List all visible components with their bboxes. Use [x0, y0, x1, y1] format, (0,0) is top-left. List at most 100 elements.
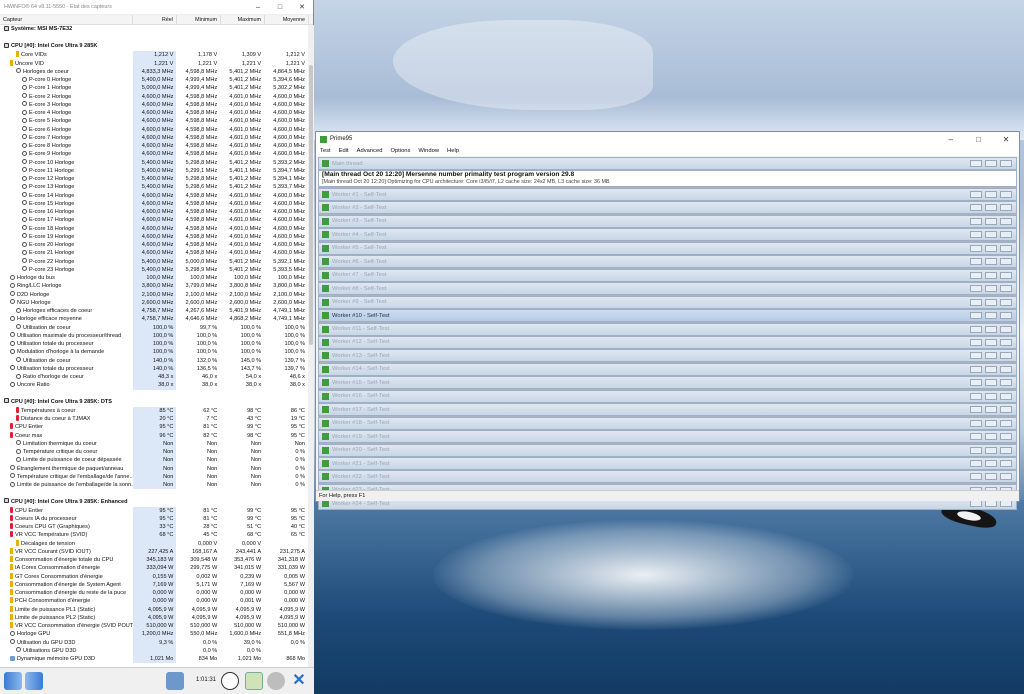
sensor-row[interactable]: D2D Horloge 2,100,0 MHz 2,100,0 MHz 2,100,0…	[0, 290, 308, 299]
clock-icon[interactable]	[221, 672, 239, 690]
minimize-icon[interactable]	[970, 352, 982, 360]
maximize-icon[interactable]	[985, 191, 997, 198]
sensor-row[interactable]: Limite de puissance de l'emballage/de la…	[0, 481, 308, 490]
sensor-row[interactable]: P-core 1 Horloge 5,000,0 MHz 4,999,4 MHz 5,…	[0, 84, 308, 93]
sensor-row[interactable]: IA Cores Consommation d'énergie 333,094 W…	[0, 564, 308, 573]
worker-window[interactable]: Worker #20 - Self-Test	[318, 443, 1017, 457]
maximize-icon[interactable]	[985, 379, 997, 387]
minimize-icon[interactable]: –	[247, 0, 269, 15]
arrow-right-icon[interactable]	[25, 672, 43, 690]
minimize-icon[interactable]	[970, 500, 982, 508]
col-header-min[interactable]: Minimum	[177, 15, 221, 24]
maximize-icon[interactable]	[985, 285, 997, 293]
close-icon[interactable]	[1000, 460, 1012, 467]
sensor-row[interactable]: E-core 2 Horloge 4,600,0 MHz 4,598,8 MHz 4,…	[0, 92, 308, 101]
minimize-icon[interactable]	[970, 298, 982, 306]
sensor-row[interactable]: E-core 15 Horloge 4,600,0 MHz 4,598,8 MHz 4…	[0, 199, 308, 208]
minimize-icon[interactable]	[970, 160, 982, 167]
worker-window[interactable]: Worker #6 - Self-Test	[318, 255, 1017, 269]
close-icon[interactable]	[1000, 258, 1012, 266]
sensor-row[interactable]: Horloge GPU 1,200,0 MHz 550,0 MHz 1,600,0 M…	[0, 630, 308, 639]
minimize-icon[interactable]	[970, 285, 982, 293]
sensor-group-header[interactable]: CPU [#0]: Intel Core Ultra 9 285K: Enhan…	[0, 498, 308, 507]
minimize-icon[interactable]	[970, 460, 982, 467]
minimize-icon[interactable]	[970, 191, 982, 198]
menu-edit[interactable]: Edit	[339, 146, 349, 156]
sensor-row[interactable]: E-core 20 Horloge 4,600,0 MHz 4,598,8 MHz 4…	[0, 241, 308, 250]
sensor-row[interactable]: P-core 10 Horloge 5,400,0 MHz 5,298,8 MHz 5…	[0, 158, 308, 167]
sensor-row[interactable]: P-core 12 Horloge 5,400,0 MHz 5,298,8 MHz 5…	[0, 175, 308, 184]
sensor-row[interactable]: Limitation thermique du coeur Non Non Non No…	[0, 439, 308, 448]
sensor-row[interactable]: E-core 16 Horloge 4,600,0 MHz 4,598,8 MHz 4…	[0, 208, 308, 217]
sensor-row[interactable]: E-core 4 Horloge 4,600,0 MHz 4,598,8 MHz 4,…	[0, 109, 308, 118]
sensor-row[interactable]: Horloge efficace moyenne 4,758,7 MHz 4,646…	[0, 315, 308, 324]
minimize-icon[interactable]	[970, 406, 982, 414]
sensor-row[interactable]: E-core 8 Horloge 4,600,0 MHz 4,598,8 MHz 4,…	[0, 142, 308, 151]
maximize-icon[interactable]: □	[965, 135, 991, 144]
worker-window[interactable]: Worker #17 - Self-Test	[318, 403, 1017, 417]
sensor-row[interactable]: CPU Entier 95 °C 81 °C 99 °C 95 °C	[0, 423, 308, 432]
close-icon[interactable]	[1000, 352, 1012, 360]
maximize-icon[interactable]	[985, 500, 997, 508]
worker-window[interactable]: Worker #4 - Self-Test	[318, 228, 1017, 242]
close-icon[interactable]	[1000, 473, 1012, 481]
sensor-row[interactable]: GT Cores Consommation d'énergie 0,155 W 0,…	[0, 572, 308, 581]
close-icon[interactable]	[1000, 419, 1012, 427]
close-icon[interactable]	[1000, 365, 1012, 373]
maximize-icon[interactable]	[985, 231, 997, 239]
close-icon[interactable]	[1000, 285, 1012, 293]
sensor-row[interactable]: E-core 7 Horloge 4,600,0 MHz 4,598,8 MHz 4,…	[0, 133, 308, 142]
close-icon[interactable]	[1000, 446, 1012, 454]
worker-window[interactable]: Worker #9 - Self-Test	[318, 295, 1017, 309]
worker-window[interactable]: Worker #7 - Self-Test	[318, 268, 1017, 282]
worker-window[interactable]: Worker #19 - Self-Test	[318, 430, 1017, 444]
sensor-row[interactable]: Coeurs CPU GT (Graphiques) 33 °C 28 °C 51 °…	[0, 523, 308, 532]
minimize-icon[interactable]	[970, 392, 982, 400]
maximize-icon[interactable]	[985, 473, 997, 481]
col-header-current[interactable]: Réel	[133, 15, 177, 24]
sensor-row[interactable]: E-core 5 Horloge 4,600,0 MHz 4,598,8 MHz 4,…	[0, 117, 308, 126]
hwinfo-titlebar[interactable]: HWiNFO® 64 v8.11-5550 - État des capteur…	[0, 0, 313, 15]
sensor-group-header[interactable]: CPU [#0]: Intel Core Ultra 9 285K	[0, 42, 308, 51]
close-icon[interactable]	[1000, 406, 1012, 414]
maximize-icon[interactable]	[985, 325, 997, 333]
sensor-row[interactable]: Modulation d'horloge à la demande 100,0 %…	[0, 348, 308, 357]
close-icon[interactable]: ✕	[993, 135, 1019, 144]
minimize-icon[interactable]	[970, 217, 982, 225]
sensor-row[interactable]: Limite de puissance de coeur dépassée Non…	[0, 456, 308, 465]
worker-window[interactable]: Worker #18 - Self-Test	[318, 416, 1017, 430]
close-icon[interactable]	[1000, 325, 1012, 333]
sensor-row[interactable]: Consommation d'énergie du reste de la pu…	[0, 589, 308, 598]
sensor-row[interactable]: Ratio d'horloge de coeur 48,3 x 46,0 x 54,0…	[0, 373, 308, 382]
sensor-row[interactable]: Utilisation de coeur 140,0 % 132,0 % 145,0 …	[0, 356, 308, 365]
sensor-row[interactable]: Horloges efficaces de coeur 4,758,7 MHz 4,…	[0, 307, 308, 316]
menu-advanced[interactable]: Advanced	[357, 146, 383, 156]
menu-help[interactable]: Help	[447, 146, 459, 156]
sensor-row[interactable]: Uncore VID 1,221 V 1,221 V 1,221 V 1,221 V	[0, 59, 308, 68]
sensor-row[interactable]: Uncore Ratio 38,0 x 38,0 x 38,0 x 38,0 x	[0, 381, 308, 390]
sensor-row[interactable]: Utilisation du GPU D3D 9,3 % 0,0 % 39,0 % 0,…	[0, 638, 308, 647]
maximize-icon[interactable]	[985, 160, 997, 167]
sensor-row[interactable]: E-core 19 Horloge 4,600,0 MHz 4,598,8 MHz 4…	[0, 232, 308, 241]
sensor-row[interactable]: E-core 17 Horloge 4,600,0 MHz 4,598,8 MHz 4…	[0, 216, 308, 225]
sensor-row[interactable]: Températures à coeur 85 °C 62 °C 98 °C 86 °C	[0, 406, 308, 415]
minimize-icon[interactable]	[970, 433, 982, 441]
sensor-row[interactable]: Horloge du bus 100,0 MHz 100,0 MHz 100,0 MH…	[0, 274, 308, 283]
sensor-row[interactable]: P-core 13 Horloge 5,400,0 MHz 5,298,6 MHz 5…	[0, 183, 308, 192]
minimize-icon[interactable]	[970, 446, 982, 454]
close-icon[interactable]	[1000, 244, 1012, 252]
minimize-icon[interactable]	[970, 271, 982, 279]
maximize-icon[interactable]	[985, 312, 997, 320]
maximize-icon[interactable]	[985, 271, 997, 279]
worker-window[interactable]: Worker #8 - Self-Test	[318, 282, 1017, 296]
close-icon[interactable]	[1000, 298, 1012, 306]
worker-window[interactable]: Worker #15 - Self-Test	[318, 376, 1017, 390]
sensor-row[interactable]: P-core 0 Horloge 5,400,0 MHz 4,999,4 MHz 5,…	[0, 76, 308, 85]
sensor-row[interactable]: Utilisation de coeur 100,0 % 99,7 % 100,0 %…	[0, 323, 308, 332]
sensor-row[interactable]: P-core 22 Horloge 5,400,0 MHz 5,000,0 MHz 5…	[0, 257, 308, 266]
maximize-icon[interactable]	[985, 406, 997, 414]
menu-window[interactable]: Window	[418, 146, 439, 156]
sensor-row[interactable]: Limite de puissance PL2 (Static) 4,095,9 …	[0, 613, 308, 622]
sensor-row[interactable]: Étranglement thermique de paquet/anneau N…	[0, 464, 308, 473]
sensor-row[interactable]: E-core 14 Horloge 4,600,0 MHz 4,598,8 MHz 4…	[0, 191, 308, 200]
